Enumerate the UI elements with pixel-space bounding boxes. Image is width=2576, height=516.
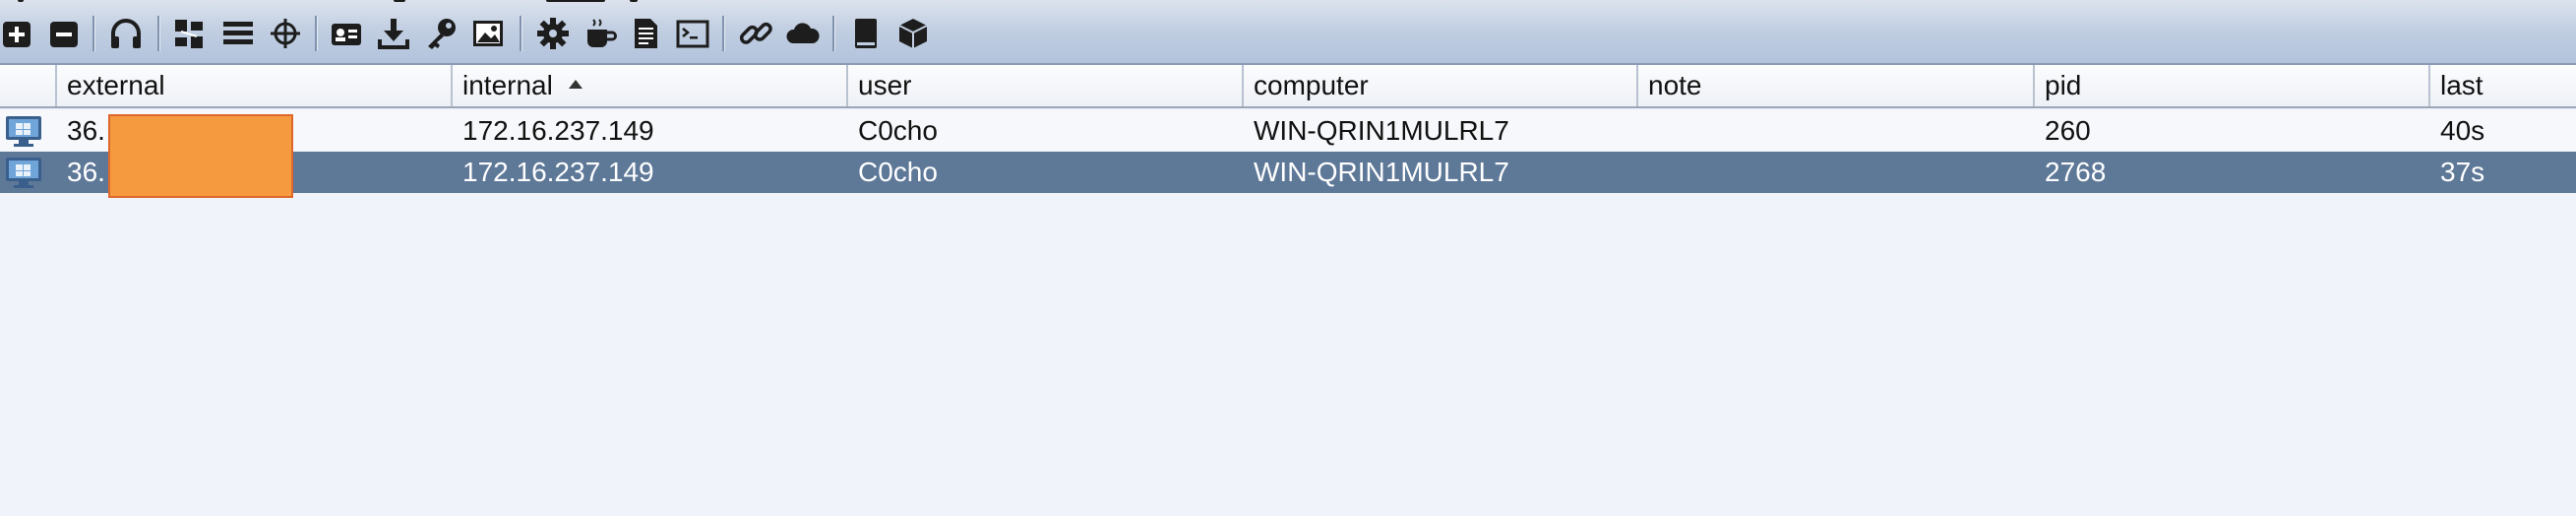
- payload-generator-button[interactable]: [533, 14, 573, 53]
- cell-pid: 2768: [2045, 157, 2107, 187]
- table-row-selected[interactable]: 36. 172.16.237.149 C0cho WIN-QRIN1MULRL7…: [0, 152, 2576, 193]
- session-table-header: external internal user computer note pid…: [0, 65, 2576, 108]
- cell-external: 36.: [67, 115, 105, 146]
- cell-computer: WIN-QRIN1MULRL7: [1254, 157, 1509, 187]
- connect-button[interactable]: [0, 14, 37, 53]
- script-manager-button[interactable]: [626, 14, 665, 53]
- column-header-label: external: [67, 70, 165, 100]
- listeners-button[interactable]: [106, 14, 146, 53]
- toolbar-separator: [315, 16, 318, 51]
- cell-computer: WIN-QRIN1MULRL7: [1254, 115, 1509, 146]
- column-header-pid[interactable]: pid: [2035, 65, 2430, 106]
- column-header-label: pid: [2045, 70, 2082, 100]
- column-header-label: user: [858, 70, 912, 100]
- downloads-icon: [378, 19, 409, 49]
- console-button[interactable]: [673, 14, 712, 53]
- cell-note: [1638, 110, 1648, 152]
- connect-plus-icon: [3, 22, 31, 47]
- cell-internal: 172.16.237.149: [462, 115, 654, 146]
- column-header-label: last: [2440, 70, 2484, 100]
- headphones-listeners-icon: [111, 19, 141, 48]
- manual-button[interactable]: [846, 14, 886, 53]
- column-header-computer[interactable]: computer: [1244, 65, 1638, 106]
- toolbar-separator: [92, 16, 95, 51]
- disconnect-button[interactable]: [45, 14, 85, 53]
- table-empty-area[interactable]: [0, 193, 2576, 516]
- column-header-user[interactable]: user: [848, 65, 1244, 106]
- cell-last: 40s: [2440, 115, 2485, 146]
- column-header-external[interactable]: external: [57, 65, 453, 106]
- disconnect-minus-icon: [50, 22, 78, 47]
- downloads-button[interactable]: [374, 14, 413, 53]
- cell-note: [1638, 152, 1648, 193]
- column-header-last[interactable]: last: [2430, 65, 2576, 106]
- cloud-icon: [786, 23, 820, 43]
- pivot-graph-button[interactable]: [169, 14, 209, 53]
- screenshots-image-icon: [473, 21, 503, 46]
- cell-user: C0cho: [858, 115, 938, 146]
- session-table-icon: [223, 22, 253, 44]
- column-header-label: internal: [462, 70, 553, 100]
- link-button[interactable]: [736, 14, 775, 53]
- targets-button[interactable]: [266, 14, 305, 53]
- keystrokes-button[interactable]: [421, 14, 460, 53]
- pivot-graph-icon: [175, 20, 203, 48]
- package-button[interactable]: [893, 14, 933, 53]
- manual-book-icon: [855, 19, 877, 48]
- menu-remnant: [630, 0, 638, 2]
- console-terminal-icon: [676, 20, 709, 48]
- toolbar-separator: [832, 16, 835, 51]
- java-cup-icon: [587, 19, 617, 47]
- toolbar: [0, 0, 2576, 65]
- column-header-label: computer: [1254, 70, 1369, 100]
- toolbar-separator: [520, 16, 522, 51]
- cell-pid: 260: [2045, 115, 2091, 146]
- cell-internal: 172.16.237.149: [462, 157, 654, 187]
- keystrokes-key-icon: [428, 19, 456, 49]
- windows-session-icon: [6, 116, 41, 147]
- cell-external: 36.: [67, 157, 105, 187]
- menu-remnant: [394, 0, 405, 2]
- column-header-internal[interactable]: internal: [453, 65, 848, 106]
- script-document-icon: [635, 19, 657, 48]
- column-header-label: note: [1648, 70, 1702, 100]
- menu-remnant: [18, 0, 24, 2]
- toolbar-separator: [722, 16, 725, 51]
- column-header-icon[interactable]: [0, 65, 57, 106]
- java-attack-button[interactable]: [581, 14, 620, 53]
- targets-crosshair-icon: [271, 19, 300, 48]
- payload-gear-icon: [537, 18, 569, 49]
- redaction-box: [108, 114, 293, 198]
- credentials-button[interactable]: [327, 14, 366, 53]
- table-row[interactable]: 36. 172.16.237.149 C0cho WIN-QRIN1MULRL7…: [0, 110, 2576, 152]
- cell-last: 37s: [2440, 157, 2485, 187]
- cloud-button[interactable]: [783, 14, 823, 53]
- windows-session-icon: [6, 158, 41, 188]
- column-header-note[interactable]: note: [1638, 65, 2035, 106]
- menu-remnant: [546, 0, 605, 2]
- session-table-button[interactable]: [218, 14, 258, 53]
- credentials-card-icon: [332, 24, 361, 45]
- sort-ascending-icon: [568, 80, 583, 89]
- toolbar-separator: [157, 16, 160, 51]
- package-cube-icon: [898, 19, 928, 48]
- cell-user: C0cho: [858, 157, 938, 187]
- screenshots-button[interactable]: [468, 14, 508, 53]
- link-chain-icon: [739, 22, 772, 44]
